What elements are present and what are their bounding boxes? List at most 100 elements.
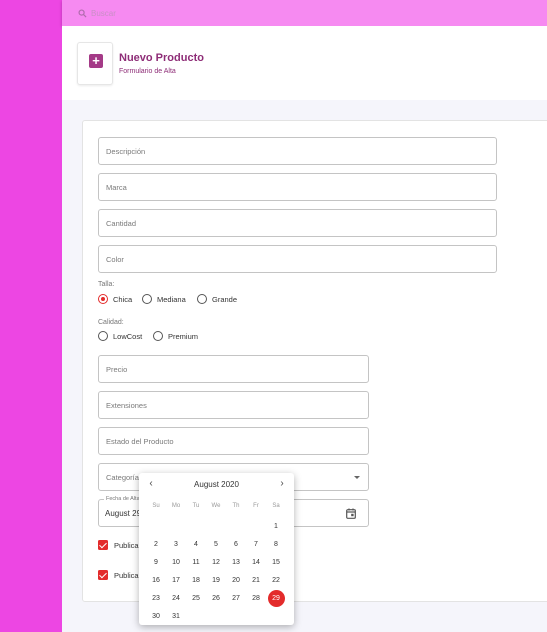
publicar-checkbox-2[interactable]: Publicar (98, 570, 141, 580)
calendar-day[interactable]: 20 (226, 571, 246, 589)
calendar-day-number: 4 (194, 540, 198, 548)
calendar-day[interactable]: 27 (226, 589, 246, 607)
add-box-icon: + (89, 54, 103, 68)
publicar-checkbox-1[interactable]: Publicar (98, 540, 141, 550)
calendar-day-number: 2 (154, 540, 158, 548)
page-subtitle: Formulario de Alta (119, 68, 176, 75)
page-title: Nuevo Producto (119, 52, 204, 64)
calendar-empty-cell (206, 517, 226, 535)
calendar-day[interactable]: 3 (166, 535, 186, 553)
calendar-day-number: 30 (152, 612, 160, 620)
radio-unchecked-icon (98, 331, 108, 341)
calendar-empty-cell (146, 517, 166, 535)
weekday-label: Su (152, 503, 160, 509)
radio-label: Grande (212, 294, 238, 304)
calendar-day-number: 9 (154, 558, 158, 566)
weekday-label: We (211, 503, 221, 509)
calendar-day[interactable]: 7 (246, 535, 266, 553)
calendar-day-number: 19 (212, 576, 220, 584)
estado-field[interactable]: Estado del Producto (98, 427, 369, 455)
calendar-day-number: 18 (192, 576, 200, 584)
calendar-day-number: 31 (172, 612, 180, 620)
extensiones-field[interactable]: Extensiones (98, 391, 369, 419)
precio-field[interactable]: Precio (98, 355, 369, 383)
radio-label: Mediana (157, 294, 186, 304)
calendar-day[interactable]: 16 (146, 571, 166, 589)
weekday-label: Tu (192, 503, 200, 509)
calendar-empty-cell (226, 517, 246, 535)
checkbox-label: Publicar (114, 570, 142, 580)
next-month-chevron-icon[interactable]: › (276, 478, 288, 489)
radio-label: Chica (113, 294, 133, 304)
dropdown-arrow-icon (354, 476, 360, 479)
color-field[interactable]: Color (98, 245, 497, 273)
calendar-day[interactable]: 19 (206, 571, 226, 589)
calendar-day[interactable]: 25 (186, 589, 206, 607)
radio-unchecked-icon (142, 294, 152, 304)
calendar-day[interactable]: 22 (266, 571, 286, 589)
calendar-day[interactable]: 17 (166, 571, 186, 589)
sidebar (0, 0, 62, 632)
calendar-day-number: 26 (212, 594, 220, 602)
calendar-day-number: 25 (192, 594, 200, 602)
calendar-day[interactable]: 29 (266, 589, 286, 607)
calendar-day[interactable]: 8 (266, 535, 286, 553)
calendar-day[interactable]: 11 (186, 553, 206, 571)
calendar-day[interactable]: 31 (166, 607, 186, 625)
weekday-header: Su Mo Tu We Th Fr Sa (146, 503, 286, 509)
radio-calidad-premium[interactable]: Premium (153, 331, 198, 341)
calendar-day[interactable]: 23 (146, 589, 166, 607)
calendar-days-grid: 1 2 3 4 5 6 7 8 9 10 11 12 13 14 15 16 17 18 19 20 21 22 23 24 2… (146, 517, 286, 625)
calendar-day-number: 24 (172, 594, 180, 602)
weekday-label: Th (232, 503, 240, 509)
checkbox-checked-icon (98, 570, 108, 580)
search-box[interactable]: Buscar (78, 4, 116, 22)
page-header: + Nuevo Producto Formulario de Alta (62, 26, 547, 100)
calendar-day[interactable]: 4 (186, 535, 206, 553)
calendar-empty-cell (246, 517, 266, 535)
calendar-day[interactable]: 21 (246, 571, 266, 589)
radio-talla-mediana[interactable]: Mediana (142, 294, 186, 304)
calendar-day-number: 20 (232, 576, 240, 584)
calendar-day-number: 6 (234, 540, 238, 548)
radio-calidad-lowcost[interactable]: LowCost (98, 331, 142, 341)
marca-placeholder: Marca (106, 183, 127, 192)
calendar-day-number: 29 (267, 589, 285, 607)
calendar-day[interactable]: 5 (206, 535, 226, 553)
radio-talla-chica[interactable]: Chica (98, 294, 132, 304)
calendar-day[interactable]: 1 (266, 517, 286, 535)
weekday-label: Fr (253, 503, 259, 509)
calendar-day[interactable]: 28 (246, 589, 266, 607)
radio-label: Premium (168, 331, 199, 341)
radio-unchecked-icon (197, 294, 207, 304)
calendar-day-number: 3 (174, 540, 178, 548)
calendar-day[interactable]: 12 (206, 553, 226, 571)
weekday-label: Sa (272, 503, 280, 509)
calendar-empty-cell (166, 517, 186, 535)
calendar-day[interactable]: 18 (186, 571, 206, 589)
calendar-day[interactable]: 2 (146, 535, 166, 553)
calendar-day[interactable]: 10 (166, 553, 186, 571)
calidad-label: Calidad: (98, 319, 124, 326)
calendar-icon[interactable] (346, 508, 356, 519)
calendar-day-number: 14 (252, 558, 260, 566)
calendar-day[interactable]: 6 (226, 535, 246, 553)
search-input[interactable]: Buscar (91, 9, 116, 18)
calendar-day[interactable]: 14 (246, 553, 266, 571)
calendar-day[interactable]: 24 (166, 589, 186, 607)
radio-talla-grande[interactable]: Grande (197, 294, 237, 304)
calendar-day[interactable]: 30 (146, 607, 166, 625)
calendar-day-number: 11 (192, 558, 200, 566)
calendar-day-number: 1 (274, 522, 278, 530)
marca-field[interactable]: Marca (98, 173, 497, 201)
estado-placeholder: Estado del Producto (106, 437, 174, 446)
cantidad-field[interactable]: Cantidad (98, 209, 497, 237)
calendar-day[interactable]: 9 (146, 553, 166, 571)
calendar-day[interactable]: 26 (206, 589, 226, 607)
color-placeholder: Color (106, 255, 124, 264)
calendar-day[interactable]: 13 (226, 553, 246, 571)
descripcion-field[interactable]: Descripción (98, 137, 497, 165)
calendar-day-number: 17 (172, 576, 180, 584)
cantidad-placeholder: Cantidad (106, 219, 137, 228)
calendar-day[interactable]: 15 (266, 553, 286, 571)
